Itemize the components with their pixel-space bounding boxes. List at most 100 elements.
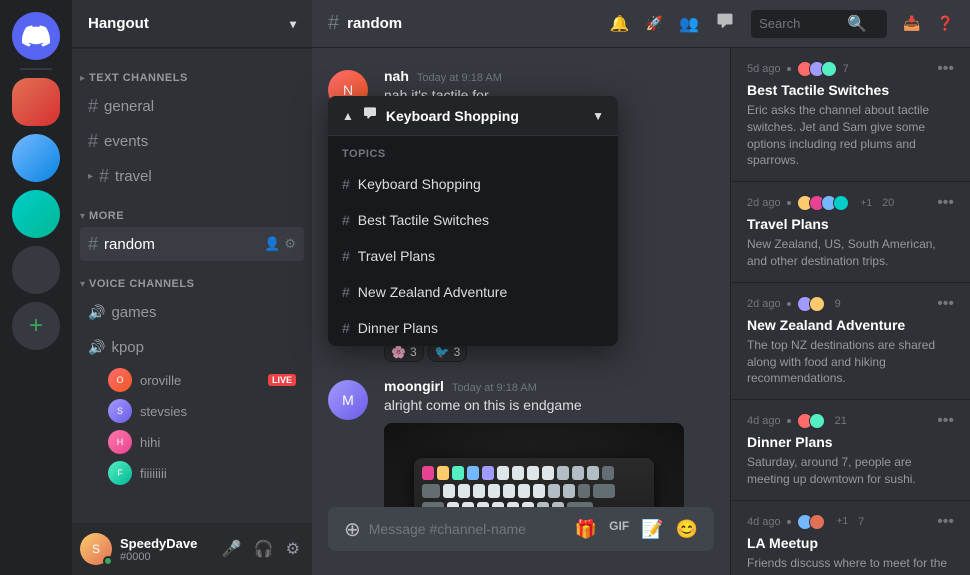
topic-item-best-tactile[interactable]: # Best Tactile Switches (328, 202, 618, 238)
voice-user-hihi[interactable]: H hihi (80, 427, 304, 457)
dropdown-header-title: Keyboard Shopping (386, 108, 584, 124)
search-bar[interactable]: 🔍 (751, 10, 887, 38)
message-time: Today at 9:18 AM (417, 72, 502, 84)
channel-item-general[interactable]: # general (80, 89, 304, 123)
channel-sidebar: Hangout ▾ ▸ TEXT CHANNELS # general # ev… (72, 0, 312, 575)
thread-item-travel-plans[interactable]: 2d ago +1 20 ••• Travel Plans New Zealan… (731, 182, 970, 283)
topic-item-dinner-plans[interactable]: # Dinner Plans (328, 310, 618, 346)
chat-container: # random 🔔 🚀 👥 🔍 📥 ❓ N (312, 0, 970, 575)
help-icon[interactable]: ❓ (937, 15, 954, 32)
user-name: SpeedyDave (120, 536, 210, 551)
more-options-button[interactable]: ••• (937, 60, 954, 78)
thread-age: 2d ago (747, 197, 781, 209)
server-name-header[interactable]: Hangout ▾ (72, 0, 312, 48)
thread-item-best-tactile[interactable]: 5d ago 7 ••• Best Tactile Switches Eric … (731, 48, 970, 182)
rocket-icon[interactable]: 🚀 (646, 15, 663, 32)
chevron-down-icon: ▾ (80, 279, 85, 290)
thread-age: 2d ago (747, 298, 781, 310)
thread-title: LA Meetup (747, 535, 954, 551)
microphone-icon[interactable]: 🎤 (218, 535, 246, 563)
avatar: O (108, 368, 132, 392)
settings-icon[interactable]: ⚙ (284, 236, 296, 252)
speaker-icon: 🔊 (88, 339, 105, 356)
user-panel: S SpeedyDave #0000 🎤 🎧 ⚙ (72, 523, 312, 575)
extra-count: +1 (837, 516, 848, 527)
hash-icon: # (88, 131, 98, 152)
topic-name: Keyboard Shopping (358, 176, 481, 192)
topic-item-nz-adventure[interactable]: # New Zealand Adventure (328, 274, 618, 310)
topic-item-travel-plans[interactable]: # Travel Plans (328, 238, 618, 274)
more-options-button[interactable]: ••• (937, 513, 954, 531)
channel-item-random[interactable]: # random 👤 ⚙ (80, 227, 304, 261)
category-voice-channels[interactable]: ▾ VOICE CHANNELS (72, 262, 312, 294)
thread-item-nz-adventure[interactable]: 2d ago 9 ••• New Zealand Adventure The t… (731, 283, 970, 400)
topic-name: Travel Plans (358, 248, 435, 264)
threads-icon[interactable] (715, 12, 735, 35)
thread-avatar (809, 296, 825, 312)
message-count: 21 (835, 415, 847, 427)
chevron-up-icon[interactable]: ▲ (342, 109, 354, 123)
voice-user-fiiiiiii[interactable]: F fiiiiiiii (80, 458, 304, 488)
channel-item-events[interactable]: # events (80, 124, 304, 158)
voice-user-stevsies[interactable]: S stevsies (80, 396, 304, 426)
channel-item-kpop[interactable]: 🔊 kpop (80, 330, 304, 364)
avatar: F (108, 461, 132, 485)
voice-user-oroville[interactable]: O oroville LIVE (80, 365, 304, 395)
category-text-channels[interactable]: ▸ TEXT CHANNELS (72, 56, 312, 88)
thread-avatars (797, 296, 821, 312)
server-icon-2[interactable] (12, 134, 60, 182)
thread-avatar (821, 61, 837, 77)
inbox-icon[interactable]: 📥 (903, 15, 920, 32)
thread-item-dinner-plans[interactable]: 4d ago 21 ••• Dinner Plans Saturday, aro… (731, 400, 970, 501)
channel-item-travel[interactable]: ▸ # travel (80, 159, 304, 193)
hash-icon: # (88, 234, 98, 255)
more-options-button[interactable]: ••• (937, 412, 954, 430)
more-options-button[interactable]: ••• (937, 295, 954, 313)
headset-icon[interactable]: 🎧 (250, 535, 278, 563)
forum-icon (362, 106, 378, 125)
server-icon-4[interactable] (12, 246, 60, 294)
user-avatar: S (80, 533, 112, 565)
channel-icons: 👤 ⚙ (264, 236, 296, 252)
settings-icon[interactable]: ⚙ (282, 535, 304, 563)
dot-separator (787, 520, 791, 524)
thread-title: Dinner Plans (747, 434, 954, 450)
chat-header: # random 🔔 🚀 👥 🔍 📥 ❓ (312, 0, 970, 48)
topic-name: Dinner Plans (358, 320, 438, 336)
message-username: nah (384, 68, 409, 84)
add-server-button[interactable]: + (12, 302, 60, 350)
category-more[interactable]: ▾ MORE (72, 194, 312, 226)
topic-dropdown: ▲ Keyboard Shopping ▼ TOPICS # Keyboard … (328, 96, 618, 346)
dot-separator (787, 419, 791, 423)
hash-icon: # (342, 176, 350, 192)
dot-separator (787, 302, 791, 306)
thread-avatars (797, 514, 821, 530)
server-icon-3[interactable] (12, 190, 60, 238)
thread-item-la-meetup[interactable]: 4d ago +1 7 ••• LA Meetup Friends discus… (731, 501, 970, 575)
add-member-icon[interactable]: 👤 (264, 236, 280, 252)
hash-icon: # (342, 212, 350, 228)
speaker-icon: 🔊 (88, 304, 105, 321)
people-icon[interactable]: 👥 (679, 14, 699, 34)
hash-icon: # (99, 166, 109, 187)
live-badge: LIVE (268, 374, 296, 386)
thread-preview: Eric asks the channel about tactile swit… (747, 102, 954, 169)
search-input[interactable] (759, 16, 839, 31)
server-icon-discord[interactable] (12, 12, 60, 60)
server-icon-1[interactable] (12, 78, 60, 126)
thread-preview: Saturday, around 7, people are meeting u… (747, 454, 954, 488)
bell-icon[interactable]: 🔔 (610, 14, 630, 34)
user-controls: 🎤 🎧 ⚙ (218, 535, 304, 563)
thread-preview: New Zealand, US, South American, and oth… (747, 236, 954, 270)
user-tag: #0000 (120, 551, 210, 563)
chevron-down-icon[interactable]: ▼ (592, 109, 604, 123)
message-count: 9 (835, 298, 841, 310)
thread-avatars (797, 61, 833, 77)
server-separator (20, 68, 52, 70)
thread-title: New Zealand Adventure (747, 317, 954, 333)
more-options-button[interactable]: ••• (937, 194, 954, 212)
channel-item-games[interactable]: 🔊 games (80, 295, 304, 329)
hash-icon: # (88, 96, 98, 117)
topic-item-keyboard-shopping[interactable]: # Keyboard Shopping (328, 166, 618, 202)
topic-name: Best Tactile Switches (358, 212, 489, 228)
